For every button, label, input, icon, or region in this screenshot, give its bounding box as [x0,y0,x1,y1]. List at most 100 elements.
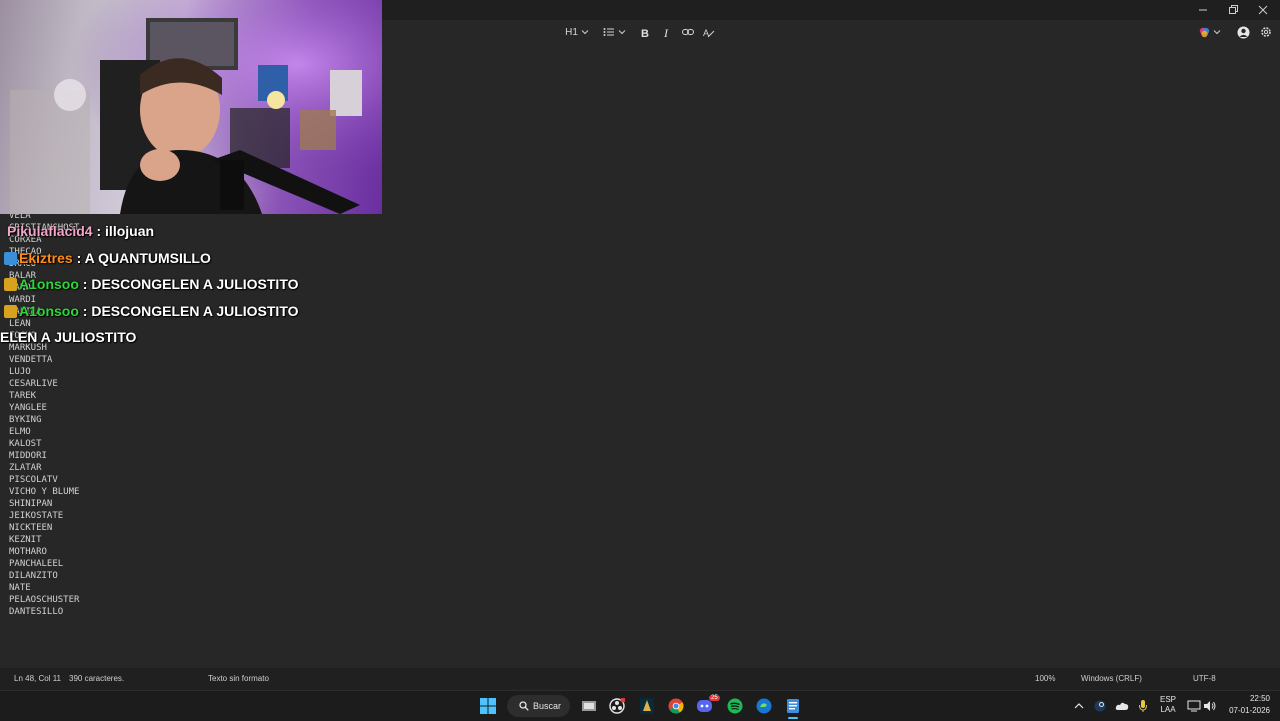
editor-line: PANCHALEEL [9,559,64,569]
taskbar-app-obs[interactable] [608,697,626,715]
chat-badge-icon [4,252,17,265]
chat-message: A1onsoo : DESCONGELEN A JULIOSTITO [4,302,299,320]
italic-icon: I [663,27,669,38]
editor-line: ELMO [9,427,31,437]
editor-line: DILANZITO [9,571,58,581]
active-app-indicator [788,717,798,719]
show-hidden-icons-button[interactable] [1070,697,1088,715]
clear-formatting-button[interactable]: A [700,22,718,42]
taskbar-app-discord[interactable]: 25 [697,695,720,715]
streamer-camera-image [0,0,382,214]
task-view-icon [582,701,596,711]
heading-label: H1 [565,26,578,38]
chat-text: illojuan [105,223,155,239]
clear-formatting-icon: A [703,28,715,38]
network-icon [1187,700,1201,712]
chevron-down-icon [581,30,589,35]
taskbar-app-edge[interactable] [755,697,773,715]
text-format[interactable]: Texto sin formato [208,674,269,683]
list-dropdown[interactable] [600,22,628,42]
editor-line: SHINIPAN [9,499,53,509]
taskbar-search[interactable]: Buscar [507,695,570,717]
steam-icon [1094,700,1106,712]
editor-line: JEIKOSTATE [9,511,64,521]
editor-line: MIDDORI [9,451,47,461]
editor-content[interactable]: VELA CRISTIANGHOST CORXEA THECAO DRACU BALAR J… [9,210,79,618]
editor-line: TAREK [9,391,37,401]
volume-icon [1204,701,1216,711]
cloud-icon [1115,702,1129,710]
search-icon [519,701,529,711]
edge-icon [756,698,772,714]
svg-text:B: B [641,28,649,38]
link-button[interactable] [679,22,697,42]
bold-icon: B [641,28,649,38]
tray-steam[interactable] [1091,697,1109,715]
minimize-button[interactable] [1188,0,1218,20]
heading-dropdown[interactable]: H1 [562,22,592,42]
clock-date: 07-01-2026 [1229,706,1270,715]
chat-message: Ekiztres : A QUANTUMSILLO [4,249,211,267]
account-button[interactable] [1234,22,1252,42]
chat-text: DESCONGELEN A JULIOSTITO [91,303,299,319]
taskbar-app-chrome[interactable] [667,697,685,715]
chat-message: A1onsoo : DESCONGELEN A JULIOSTITO [4,275,299,293]
tray-volume[interactable] [1201,697,1219,715]
language-indicator[interactable]: ESP LAA [1157,695,1179,715]
task-view-button[interactable] [580,697,598,715]
line-ending[interactable]: Windows (CRLF) [1081,674,1142,683]
taskbar-app-notepad[interactable] [784,697,802,719]
editor-line: VENDETTA [9,355,53,365]
clock-time: 22:50 [1249,694,1270,703]
chevron-down-icon [1213,30,1221,35]
start-button[interactable] [479,697,497,715]
chat-message: Pikulaflacid4 : illojuan [7,222,154,240]
editor-line: LUJO [9,367,31,377]
tray-cloud[interactable] [1113,697,1131,715]
maximize-button[interactable] [1218,0,1248,20]
chrome-icon [668,698,684,714]
search-label: Buscar [533,701,562,711]
notepad-icon [787,699,799,713]
bold-button[interactable]: B [636,22,654,42]
editor-line: PELAOSCHUSTER [9,595,80,605]
editor-line: NATE [9,583,31,593]
cursor-position: Ln 48, Col 11 [14,674,61,683]
obs-icon [609,698,625,714]
chat-text: DESCONGELEN A JULIOSTITO [91,276,299,292]
windows-logo-icon [480,698,496,714]
taskbar-app-game[interactable] [638,697,656,715]
chat-separator: : [72,250,85,266]
tray-microphone[interactable] [1134,697,1152,715]
chat-badge-icon [4,278,17,291]
zoom-level[interactable]: 100% [1035,674,1055,683]
editor-line: KALOST [9,439,42,449]
chat-badge-icon [4,305,17,318]
chat-separator: : [78,276,92,292]
encoding[interactable]: UTF-8 [1193,674,1216,683]
microphone-icon [1139,700,1147,712]
language-code: ESP [1159,695,1176,704]
game-launcher-icon [640,698,654,714]
keyboard-layout: LAA [1160,705,1176,714]
chevron-down-icon [618,30,625,35]
copilot-icon [1199,27,1210,37]
taskbar-app-spotify[interactable] [726,697,744,715]
webcam-overlay [0,0,382,214]
taskbar: Buscar 25 ESP LAA 22:50 07-01-2026 [0,690,1280,721]
editor-line: DANTESILLO [9,607,64,617]
close-button[interactable] [1248,0,1278,20]
clock[interactable]: 22:50 07-01-2026 [1222,694,1270,716]
status-bar: Ln 48, Col 11 390 caracteres. Texto sin … [0,668,1280,690]
italic-button[interactable]: I [658,22,676,42]
editor-line: VICHO Y BLUME [9,487,80,497]
spotify-icon [727,698,743,714]
chat-text: ELEN A JULIOSTITO [0,329,137,345]
chat-username: Ekiztres [19,250,73,266]
copilot-dropdown[interactable] [1196,22,1224,42]
settings-button[interactable] [1257,22,1275,42]
chevron-up-icon [1074,703,1084,709]
chat-text: A QUANTUMSILLO [84,250,211,266]
list-icon [603,28,614,36]
minimize-icon [1199,9,1207,11]
